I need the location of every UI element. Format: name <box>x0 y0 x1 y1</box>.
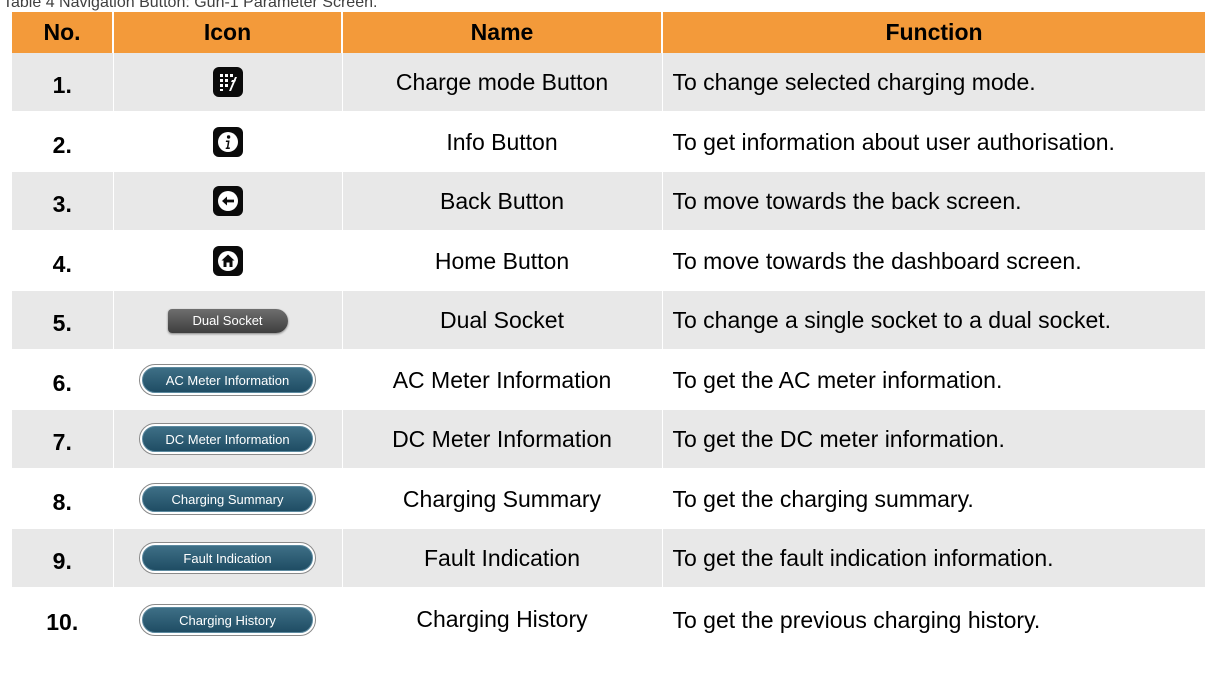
row-number: 1. <box>12 53 114 113</box>
button-name: Back Button <box>342 171 663 232</box>
row-number: 8. <box>12 469 114 529</box>
row-number: 10. <box>12 588 114 651</box>
button-name: DC Meter Information <box>342 409 663 470</box>
icon-cell: Fault Indication <box>113 528 343 589</box>
table-row: 4. Home Button To move towards the dashb… <box>12 231 1206 291</box>
charging-history-button[interactable]: Charging History <box>139 603 316 636</box>
dual-socket-button[interactable]: Dual Socket <box>167 309 288 334</box>
ac-meter-information-button[interactable]: AC Meter Information <box>139 364 316 396</box>
button-name: Charging History <box>342 588 663 651</box>
home-icon[interactable] <box>212 246 243 276</box>
button-function: To get the previous charging history. <box>662 588 1206 651</box>
header-icon: Icon <box>113 12 343 53</box>
icon-cell <box>113 53 343 113</box>
table-row: 9. Fault Indication Fault Indication To … <box>12 528 1206 589</box>
table-row: 6. AC Meter Information AC Meter Informa… <box>12 350 1206 410</box>
icon-cell: Charging History <box>113 588 343 651</box>
button-name: Fault Indication <box>342 528 663 589</box>
button-name: Info Button <box>342 112 663 172</box>
table-header-row: No. Icon Name Function <box>12 12 1205 53</box>
row-number: 5. <box>12 290 114 351</box>
icon-cell: Dual Socket <box>113 290 343 351</box>
icon-cell: AC Meter Information <box>113 350 343 410</box>
navigation-button-table: No. Icon Name Function 1. Charge mode Bu… <box>12 12 1206 651</box>
icon-cell: Charging Summary <box>113 469 343 529</box>
row-number: 2. <box>12 112 114 172</box>
button-function: To move towards the dashboard screen. <box>662 231 1206 291</box>
icon-cell <box>113 112 343 172</box>
table-row: 8. Charging Summary Charging Summary To … <box>12 469 1206 529</box>
button-function: To change selected charging mode. <box>662 53 1206 113</box>
icon-cell <box>113 231 343 291</box>
row-number: 6. <box>12 350 114 410</box>
header-no: No. <box>12 12 114 53</box>
back-arrow-icon[interactable] <box>212 186 243 216</box>
fault-indication-button[interactable]: Fault Indication <box>139 542 316 574</box>
row-number: 7. <box>12 409 114 470</box>
charging-summary-label: Charging Summary <box>142 486 313 512</box>
button-function: To get the AC meter information. <box>662 350 1206 410</box>
charging-history-label: Charging History <box>142 606 313 633</box>
table-row: 2. Info Button To get information about … <box>12 112 1206 172</box>
button-name: AC Meter Information <box>342 350 663 410</box>
button-function: To get the DC meter information. <box>662 409 1206 470</box>
dc-meter-information-label: DC Meter Information <box>142 426 313 452</box>
table-caption: Table 4 Navigation Button: Gun-1 Paramet… <box>3 0 378 11</box>
button-name: Dual Socket <box>342 290 663 351</box>
button-name: Charging Summary <box>342 469 663 529</box>
header-name: Name <box>342 12 663 53</box>
table-row: 10. Charging History Charging History To… <box>12 588 1206 651</box>
icon-cell: DC Meter Information <box>113 409 343 470</box>
button-function: To get information about user authorisat… <box>662 112 1206 172</box>
info-icon[interactable] <box>212 127 243 157</box>
charge-mode-icon[interactable] <box>212 67 243 97</box>
row-number: 9. <box>12 528 114 589</box>
icon-cell <box>113 171 343 232</box>
button-name: Charge mode Button <box>342 53 663 113</box>
dc-meter-information-button[interactable]: DC Meter Information <box>139 423 316 455</box>
row-number: 3. <box>12 171 114 232</box>
table-row: 3. Back Button To move towards the back … <box>12 171 1206 232</box>
ac-meter-information-label: AC Meter Information <box>142 367 313 393</box>
button-function: To move towards the back screen. <box>662 171 1206 232</box>
button-function: To change a single socket to a dual sock… <box>662 290 1206 351</box>
charging-summary-button[interactable]: Charging Summary <box>139 483 316 515</box>
button-function: To get the charging summary. <box>662 469 1206 529</box>
fault-indication-label: Fault Indication <box>142 545 313 571</box>
button-function: To get the fault indication information. <box>662 528 1206 589</box>
header-function: Function <box>662 12 1205 53</box>
table-row: 7. DC Meter Information DC Meter Informa… <box>12 409 1206 470</box>
table-row: 5. Dual Socket Dual Socket To change a s… <box>12 290 1206 351</box>
button-name: Home Button <box>342 231 663 291</box>
table-row: 1. Charge mode Button To change selected… <box>12 53 1206 113</box>
row-number: 4. <box>12 231 114 291</box>
